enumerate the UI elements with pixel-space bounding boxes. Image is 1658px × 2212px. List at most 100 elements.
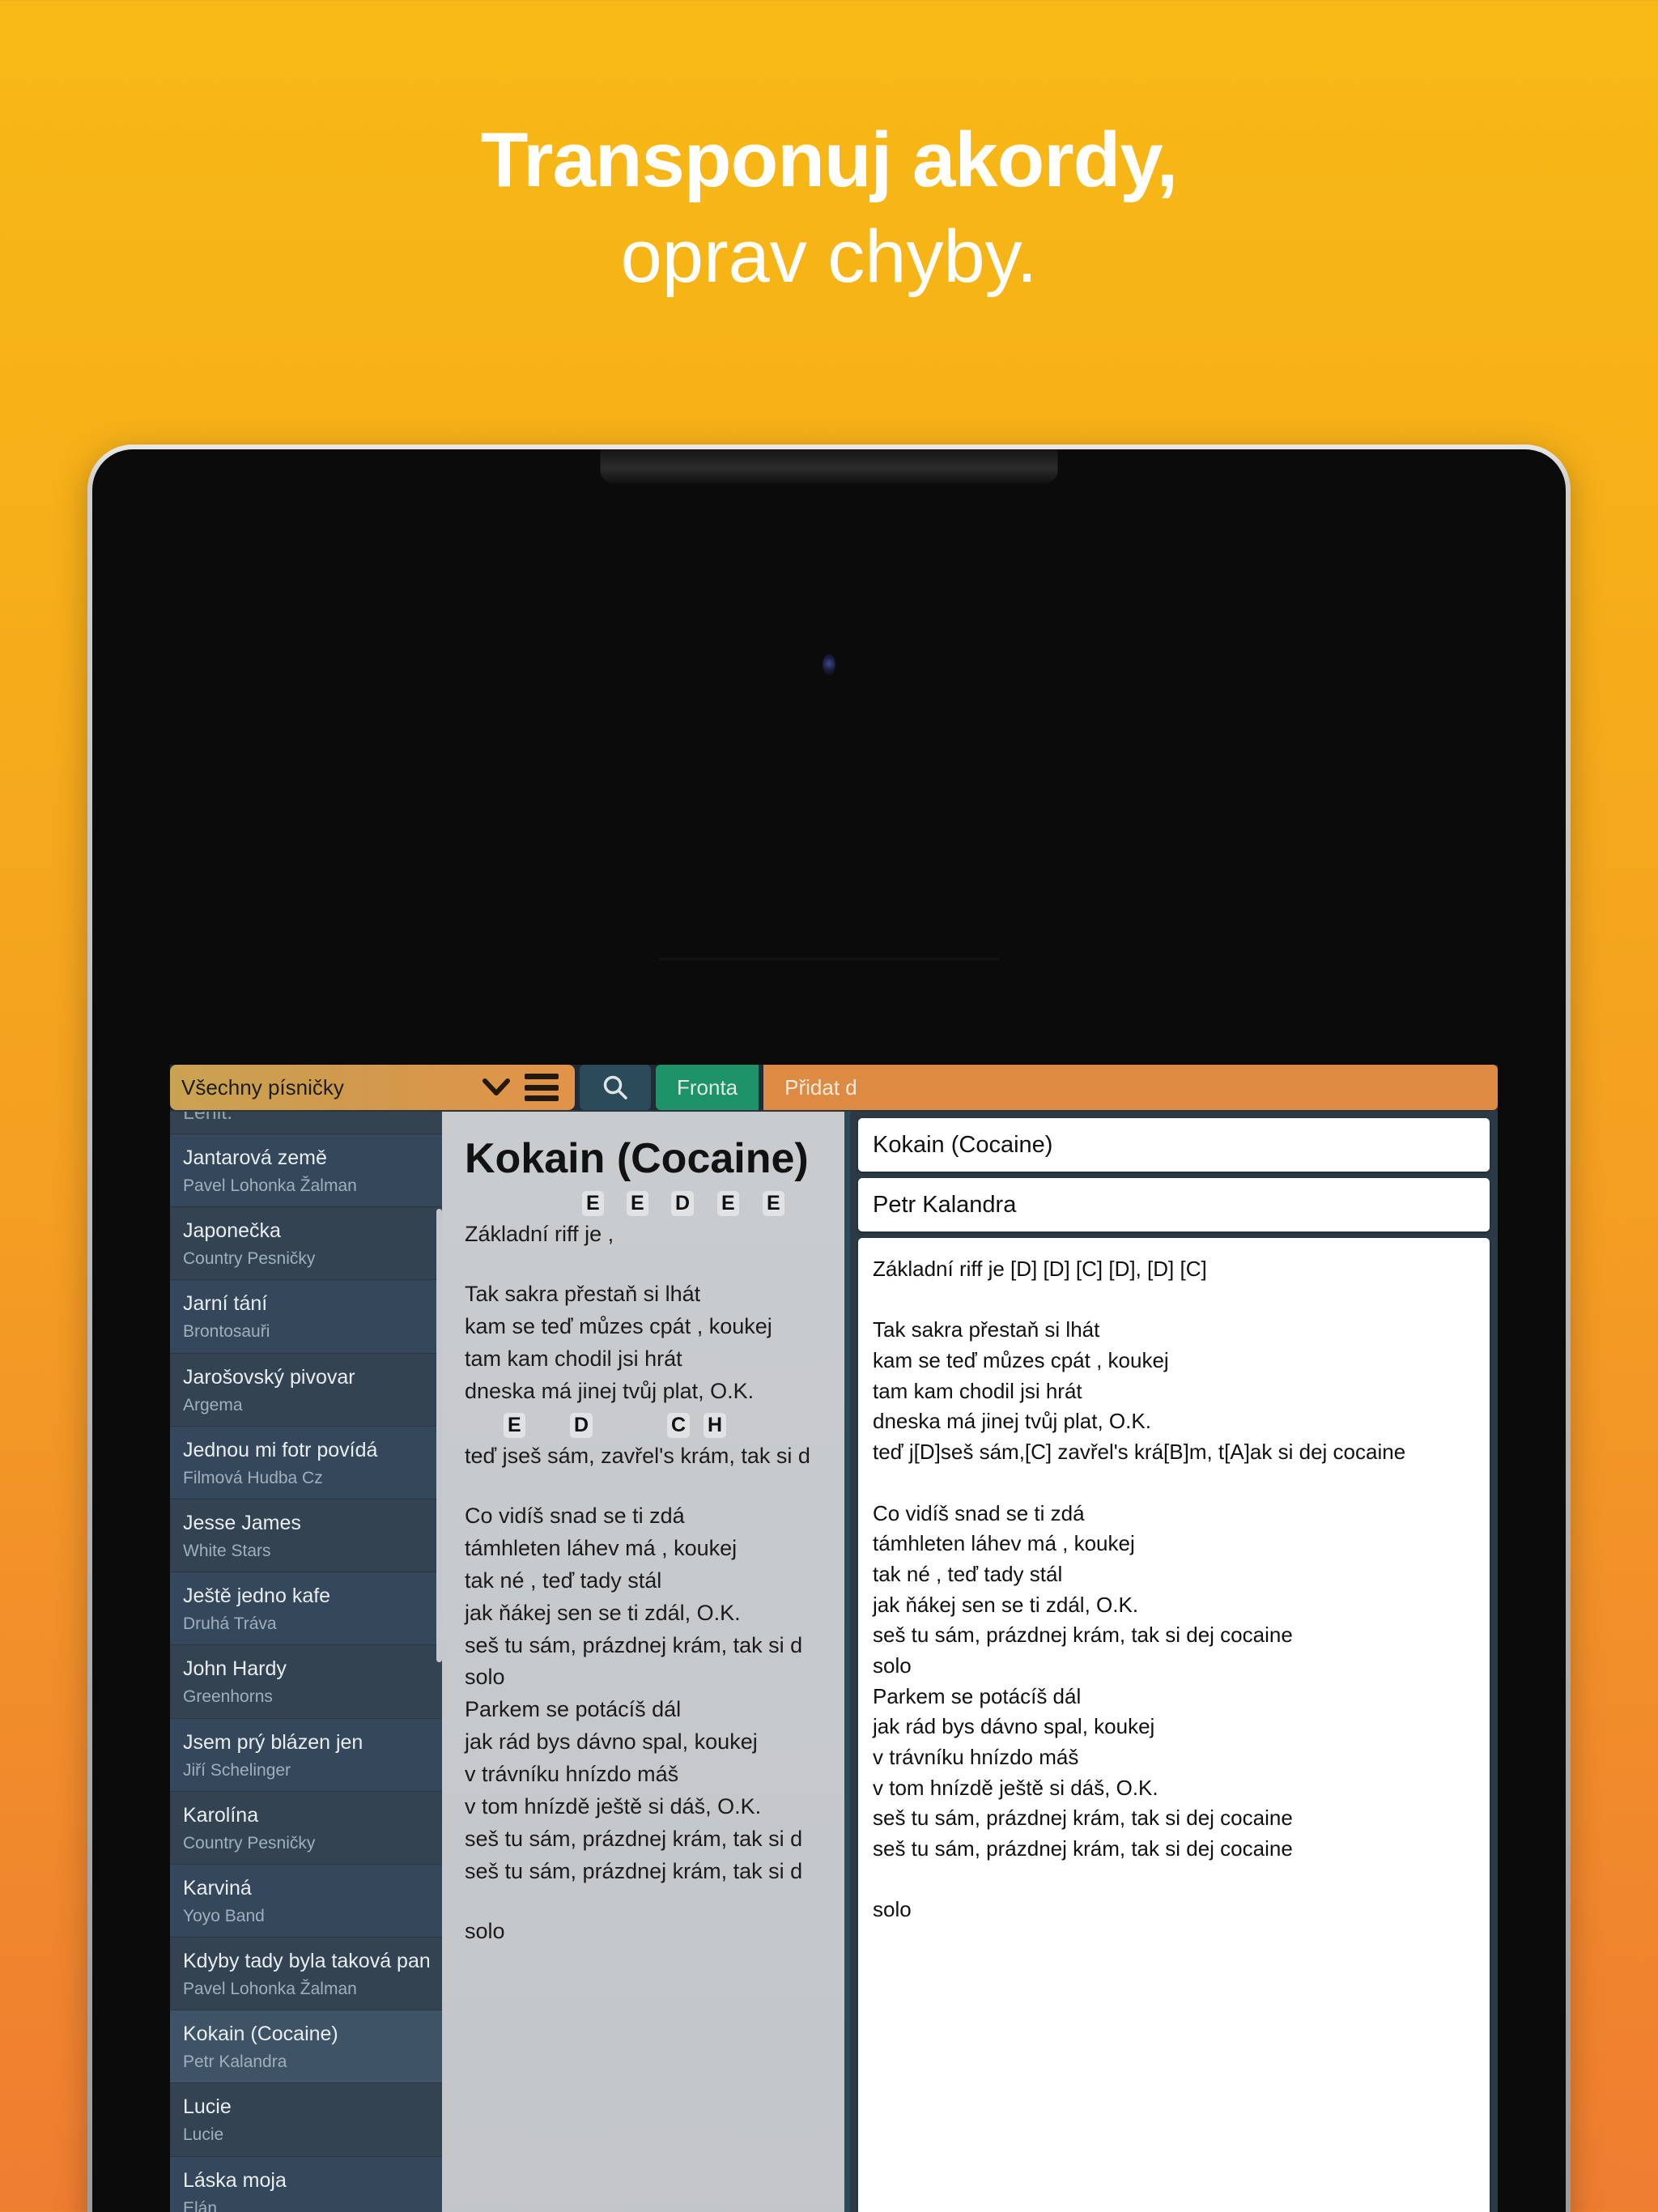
- chord-chip: D: [570, 1412, 593, 1438]
- chord-chip: E: [627, 1191, 648, 1216]
- list-item[interactable]: Jarní tání Brontosauři: [170, 1280, 442, 1354]
- preview-lyric-line: támhleten láhev má , koukej: [465, 1535, 738, 1560]
- song-artist: Lucie: [183, 2125, 224, 2145]
- chord-chip: D: [671, 1191, 695, 1216]
- preview-lyric-line: Základní riff je ,: [465, 1222, 614, 1246]
- preview-lyric-line: v tom hnízdě ještě si dáš, O.K.: [465, 1794, 762, 1819]
- marketing-headline: Transponuj akordy, oprav chyby.: [0, 121, 1658, 304]
- search-icon: [601, 1073, 630, 1102]
- chord-row-1: EEDEE: [465, 1191, 850, 1219]
- preview-scrollbar[interactable]: [844, 1112, 850, 2212]
- queue-button[interactable]: Fronta: [656, 1065, 759, 1110]
- artist-field-value: Petr Kalandra: [873, 1191, 1017, 1218]
- title-field[interactable]: Kokain (Cocaine): [858, 1118, 1490, 1172]
- song-artist: Yoyo Band: [183, 1906, 265, 1925]
- chord-row-2: E D CH: [465, 1412, 850, 1440]
- headline-line-1: Transponuj akordy,: [480, 117, 1178, 203]
- song-list-sidebar[interactable]: Lehit. Jantarová země Pavel Lohonka Žalma…: [170, 1112, 442, 2212]
- chord-chip: E: [582, 1191, 604, 1216]
- song-artist: White Stars: [183, 1541, 271, 1560]
- sidebar-scroll-thumb[interactable]: [436, 1209, 442, 1662]
- preview-lyric-line: seš tu sám, prázdnej krám, tak si d: [465, 1632, 803, 1657]
- song-artist: Elán: [183, 2198, 218, 2212]
- preview-lyric-line: tak né , teď tady stál: [465, 1568, 662, 1593]
- playlist-filter-label: Všechny písničky: [181, 1074, 344, 1100]
- app-window: Všechny písničky Fronta Přidat d Lehit. …: [170, 1065, 1498, 2212]
- list-item[interactable]: Jantarová země Pavel Lohonka Žalman: [170, 1134, 442, 1208]
- song-title: Kdyby tady byla taková panenka: [183, 1950, 429, 1973]
- song-artist: Pavel Lohonka Žalman: [183, 1176, 357, 1195]
- song-title: Lucie: [183, 2095, 232, 2119]
- song-artist: Jiří Schelinger: [183, 1760, 291, 1780]
- chord-chip: E: [504, 1412, 525, 1438]
- song-artist: Country Pesničky: [183, 1249, 316, 1269]
- page-title: Kokain (Cocaine): [465, 1135, 809, 1182]
- list-item[interactable]: Kdyby tady byla taková panenka Pavel Loho…: [170, 1938, 442, 2011]
- speaker-grille: [659, 958, 999, 960]
- song-artist: Country Pesničky: [183, 1833, 316, 1853]
- app-body: Lehit. Jantarová země Pavel Lohonka Žalma…: [170, 1112, 1498, 2212]
- preview-lyric-line: Parkem se potácíš dál: [465, 1697, 682, 1722]
- list-item[interactable]: Lucie Lucie: [170, 2083, 442, 2157]
- lyrics-textarea[interactable]: Základní riff je [D] [D] [C] [D], [D] [C…: [858, 1238, 1490, 2212]
- chevron-down-icon[interactable]: [483, 1074, 510, 1101]
- chord-chip: C: [667, 1412, 691, 1438]
- song-artist: Brontosauři: [183, 1322, 270, 1342]
- preview-lyric-line: tam kam chodil jsi hrát: [465, 1346, 682, 1371]
- preview-lyric-line: solo: [465, 1665, 505, 1690]
- tablet-device-frame: Všechny písničky Fronta Přidat d Lehit. …: [87, 445, 1571, 2212]
- list-item[interactable]: Ještě jedno kafe Druhá Tráva: [170, 1572, 442, 1646]
- playlist-filter-dropdown[interactable]: Všechny písničky: [170, 1065, 575, 1110]
- artist-field[interactable]: Petr Kalandra: [858, 1178, 1490, 1231]
- preview-lyric-line: jak ňákej sen se ti zdál, O.K.: [465, 1600, 741, 1625]
- preview-lyrics-block-a: Základní riff je , Tak sakra přestaň si l…: [465, 1219, 850, 1408]
- list-item[interactable]: Japonečka Country Pesničky: [170, 1207, 442, 1281]
- search-button[interactable]: [580, 1065, 651, 1110]
- headline-line-2: oprav chyby.: [620, 215, 1038, 298]
- song-artist: Greenhorns: [183, 1687, 273, 1707]
- preview-lyric-line: seš tu sám, prázdnej krám, tak si d: [465, 1859, 803, 1884]
- hamburger-menu-icon[interactable]: [525, 1074, 559, 1101]
- preview-lyric-line: dneska má jinej tvůj plat, O.K.: [465, 1378, 755, 1403]
- preview-lyric-line: kam se teď můzes cpát , koukej: [465, 1313, 772, 1338]
- list-item[interactable]: Kokain (Cocaine) Petr Kalandra: [170, 2010, 442, 2084]
- song-title: Jarní tání: [183, 1292, 268, 1316]
- song-artist: Druhá Tráva: [183, 1614, 277, 1634]
- list-item[interactable]: Jarošovský pivovar Argema: [170, 1353, 442, 1427]
- list-item[interactable]: Jesse James White Stars: [170, 1499, 442, 1573]
- preview-lyric-line: v trávníku hnízdo máš: [465, 1762, 679, 1787]
- preview-lyric-line: seš tu sám, prázdnej krám, tak si d: [465, 1827, 803, 1852]
- song-title: Jantarová země: [183, 1146, 327, 1169]
- chord-chip: E: [717, 1191, 739, 1216]
- song-preview-pane: Kokain (Cocaine) EEDEE Základní riff je …: [442, 1112, 850, 2212]
- song-artist: Pavel Lohonka Žalman: [183, 1980, 357, 1999]
- song-title: Láska moja: [183, 2168, 287, 2192]
- list-item[interactable]: Jsem prý blázen jen Jiří Schelinger: [170, 1718, 442, 1792]
- preview-lyric-line: teď jseš sám, zavřel's krám, tak si d: [465, 1443, 810, 1468]
- song-title: Kokain (Cocaine): [183, 2023, 338, 2046]
- song-title: Jesse James: [183, 1511, 301, 1534]
- list-item[interactable]: Láska moja Elán: [170, 2156, 442, 2212]
- song-list: Jantarová země Pavel Lohonka Žalman Japone…: [170, 1134, 442, 2212]
- list-item[interactable]: Jednou mi fotr povídá Filmová Hudba Cz: [170, 1426, 442, 1499]
- preview-lyric-line: jak rád bys dávno spal, koukej: [465, 1729, 758, 1755]
- front-camera-icon: [823, 654, 835, 675]
- list-item[interactable]: John Hardy Greenhorns: [170, 1645, 442, 1719]
- chord-chip: E: [763, 1191, 784, 1216]
- song-artist: Argema: [183, 1395, 243, 1414]
- song-title: Jednou mi fotr povídá: [183, 1438, 378, 1461]
- sidebar-scrollbar[interactable]: [436, 1112, 442, 2212]
- song-artist: Petr Kalandra: [183, 2052, 287, 2072]
- add-to-button-label: Přidat d: [784, 1074, 857, 1100]
- song-artist: Filmová Hudba Cz: [183, 1468, 323, 1487]
- preview-lyric-line: [465, 1251, 850, 1278]
- song-title: John Hardy: [183, 1657, 287, 1681]
- list-item[interactable]: Karviná Yoyo Band: [170, 1864, 442, 1938]
- song-title: Lehit.: [183, 1112, 233, 1124]
- preview-lyric-line: [465, 1473, 850, 1500]
- list-item[interactable]: Karolína Country Pesničky: [170, 1791, 442, 1865]
- list-item-partial[interactable]: Lehit.: [170, 1112, 442, 1134]
- add-to-button[interactable]: Přidat d: [763, 1065, 1498, 1110]
- song-title: Ještě jedno kafe: [183, 1585, 331, 1608]
- app-toolbar: Všechny písničky Fronta Přidat d: [170, 1065, 1498, 1110]
